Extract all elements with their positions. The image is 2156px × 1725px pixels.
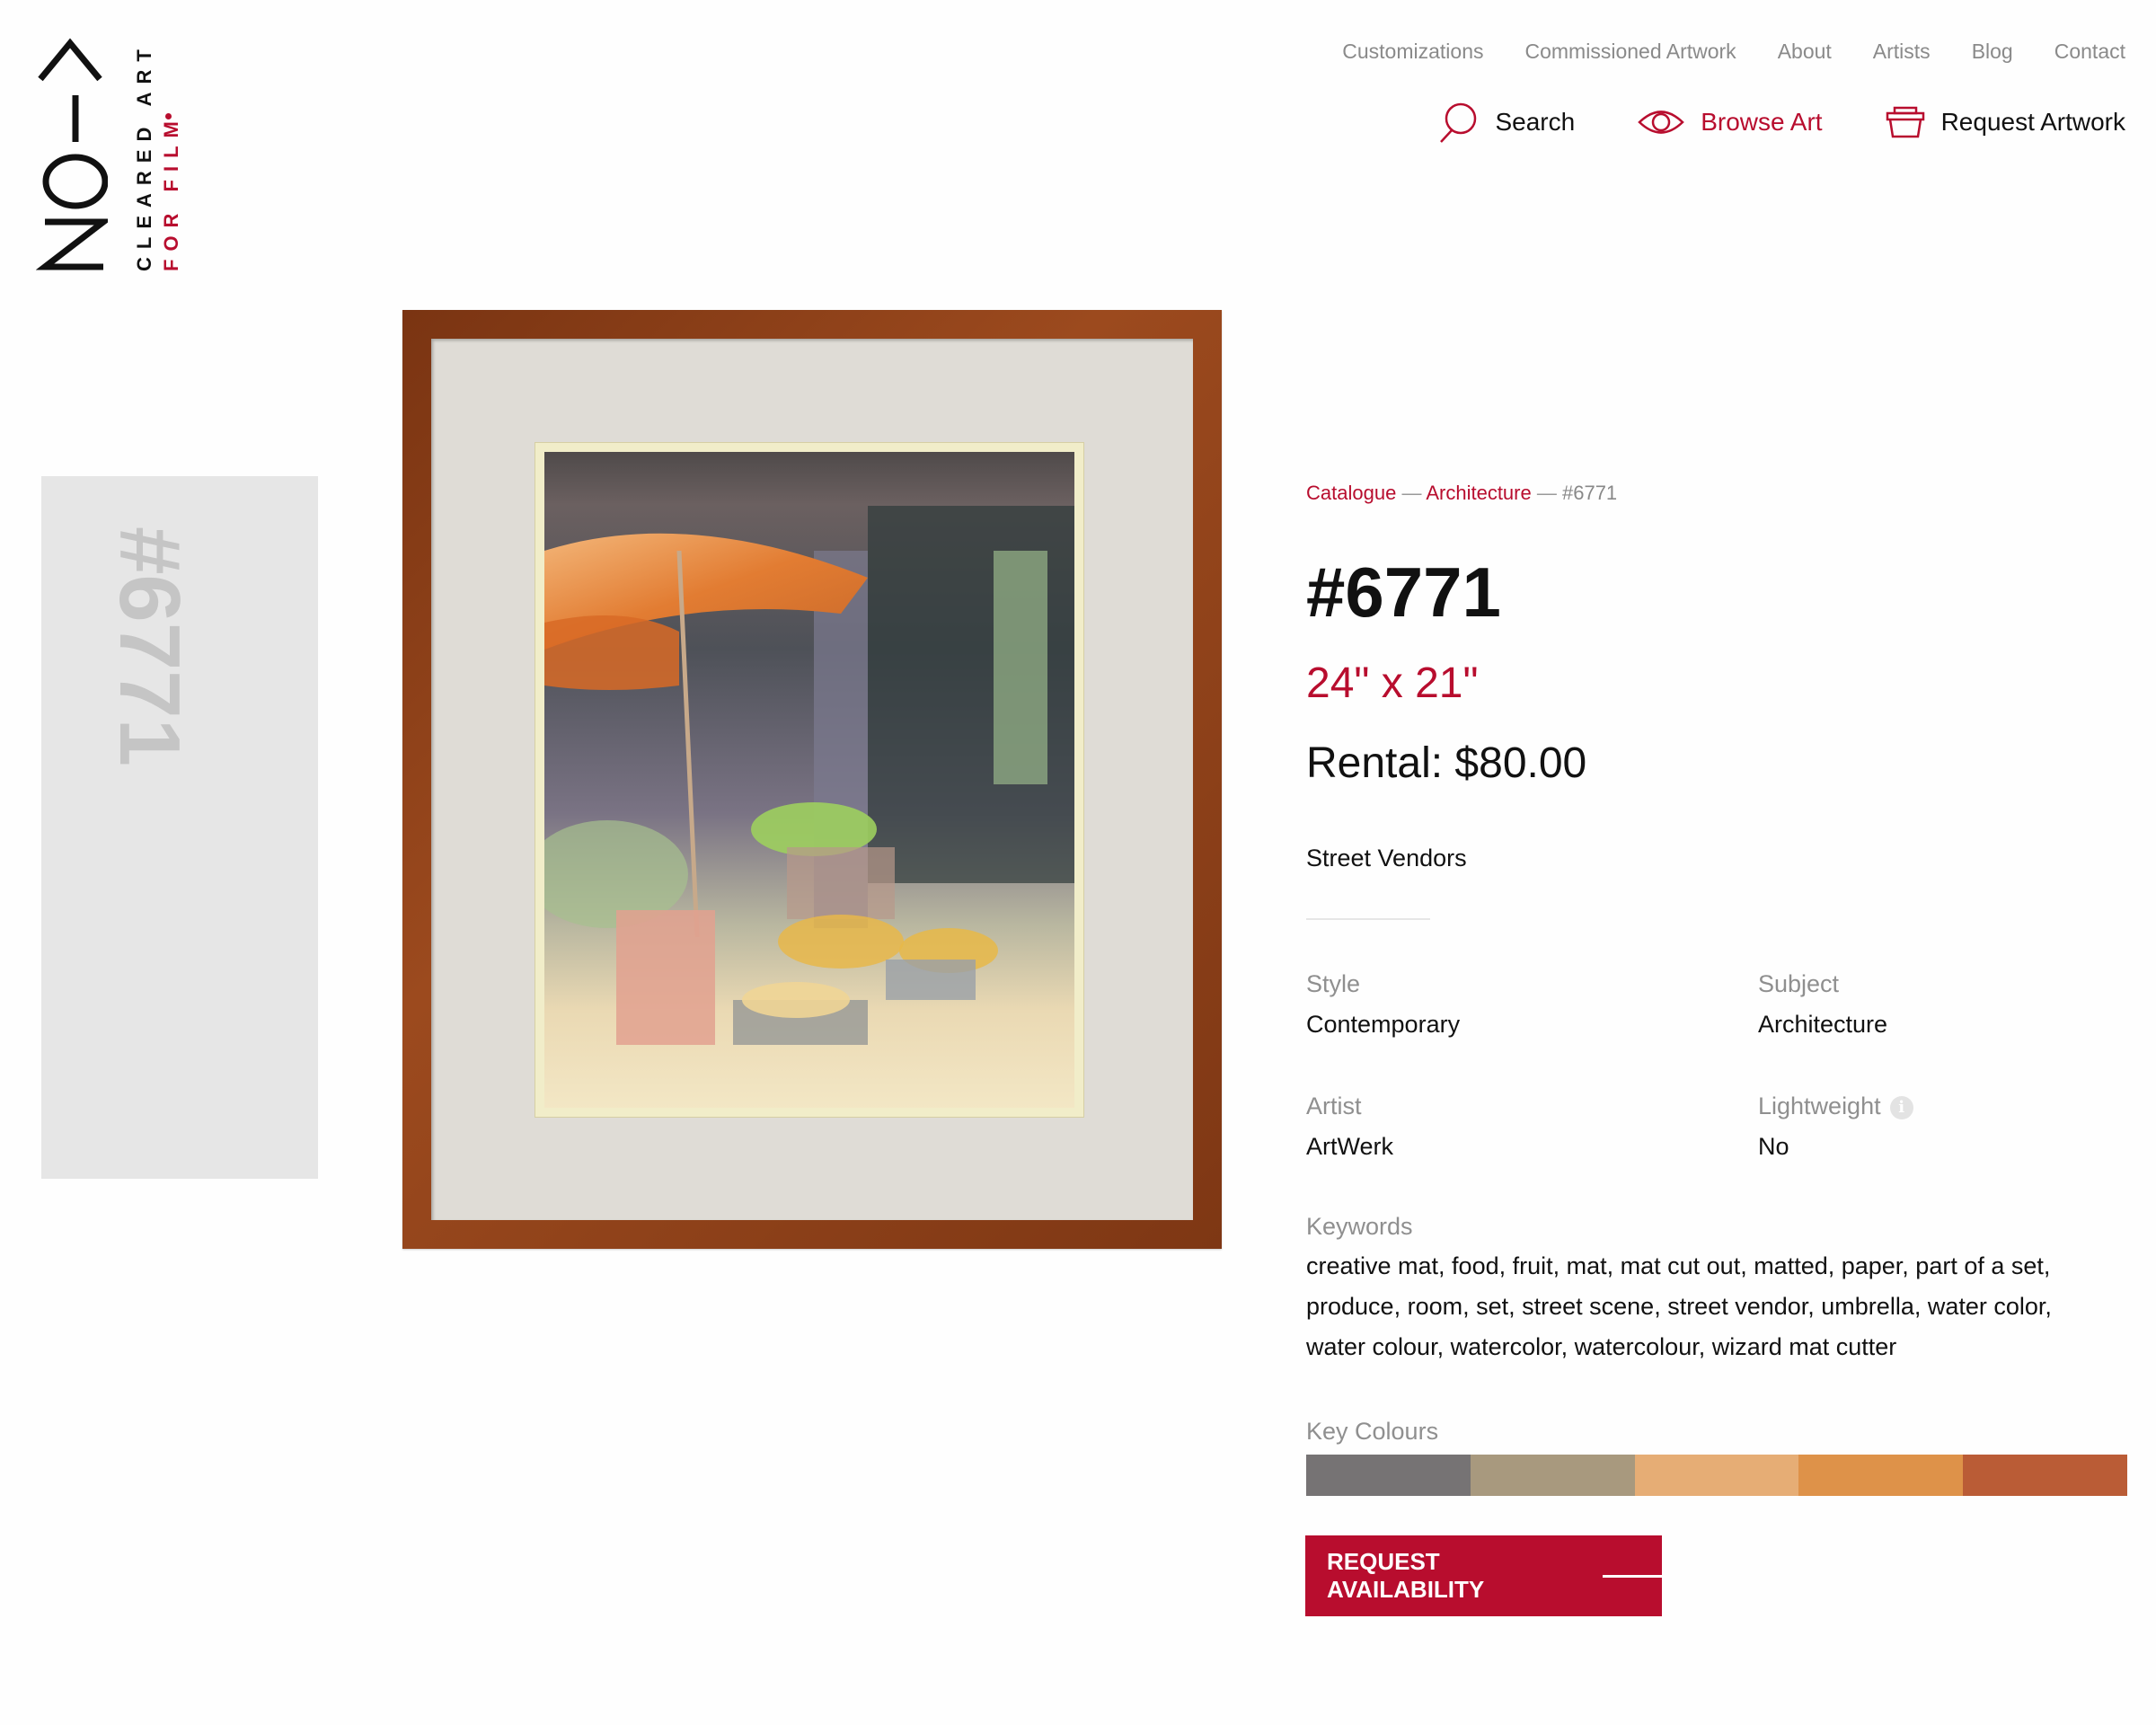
painting [544,452,1074,1108]
divider [1306,918,1430,920]
request-availability-button[interactable]: REQUEST AVAILABILITY [1305,1535,1662,1616]
colour-swatch [1306,1455,1471,1496]
nav-request-artwork-label: Request Artwork [1940,108,2125,136]
artwork-title: Street Vendors [1306,845,1467,871]
artwork-size: 24" x 21" [1306,659,1479,707]
basket-icon [1886,106,1924,138]
breadcrumb-separator: — [1536,482,1557,504]
nav-browse-art-label: Browse Art [1701,108,1823,136]
breadcrumb: Catalogue — Architecture — #6771 [1306,482,1617,505]
side-id-text: #6771 [102,526,198,766]
attr-subject-value: Architecture [1758,1011,1888,1038]
key-colours-label: Key Colours [1306,1418,1439,1445]
search-icon [1440,102,1477,143]
keywords: Keywords creative mat, food, fruit, mat,… [1306,1213,2115,1367]
eye-icon [1638,111,1684,134]
breadcrumb-separator: — [1401,482,1422,504]
keywords-value: creative mat, food, fruit, mat, mat cut … [1306,1252,2052,1360]
side-id-panel: #6771 [41,476,318,1179]
top-nav: Customizations Commissioned Artwork Abou… [1342,40,2125,64]
logo[interactable]: CLEARED ART FOR FILM [35,36,198,279]
nav-commissioned-artwork[interactable]: Commissioned Artwork [1525,40,1736,64]
attr-lightweight-value: No [1758,1133,1789,1160]
nav-customizations[interactable]: Customizations [1342,40,1483,64]
logo-tagline-1: CLEARED ART [133,41,155,271]
attr-artist-value[interactable]: ArtWerk [1306,1133,1393,1161]
logo-tagline-2: FOR FILM [160,113,182,271]
request-availability-label: REQUEST AVAILABILITY [1327,1548,1485,1603]
nav-search[interactable]: Search [1436,101,1575,144]
attr-subject-label: Subject [1758,970,1840,997]
painting-illustration [544,452,1074,1108]
nav-request-artwork[interactable]: Request Artwork [1886,106,2125,138]
attr-artist: Artist ArtWerk [1306,1092,1393,1161]
breadcrumb-catalogue[interactable]: Catalogue [1306,482,1396,504]
arrow-line-icon [1603,1574,1662,1578]
logo-dot [165,113,172,119]
attr-style-label: Style [1306,970,1361,997]
logo-mark [35,38,113,270]
colour-swatches [1306,1455,2127,1496]
attr-subject: Subject Architecture [1758,970,1887,1039]
attr-style: Style Contemporary [1306,970,1460,1039]
attr-lightweight: Lightweight i No [1758,1092,1913,1161]
colour-swatch [1634,1455,1799,1496]
key-colours: Key Colours [1306,1418,2127,1496]
artwork-id-title: #6771 [1306,553,1501,632]
nav-search-label: Search [1495,108,1576,136]
nav-artists[interactable]: Artists [1873,40,1931,64]
nav-contact[interactable]: Contact [2054,40,2125,64]
keywords-label: Keywords [1306,1213,1413,1240]
attr-style-value: Contemporary [1306,1011,1461,1038]
info-icon[interactable]: i [1889,1096,1913,1119]
attr-lightweight-label: Lightweight [1758,1092,1881,1119]
main-nav: Search Browse Art Request Artwork [1436,101,2125,144]
breadcrumb-current: #6771 [1561,482,1618,504]
colour-swatch [1798,1455,1964,1496]
artwork-mat [431,339,1193,1220]
artwork-frame[interactable] [402,310,1222,1249]
nav-blog[interactable]: Blog [1972,40,2013,64]
attr-artist-label: Artist [1306,1092,1362,1119]
nav-browse-art[interactable]: Browse Art [1638,107,1823,137]
nav-about[interactable]: About [1778,40,1832,64]
colour-swatch [1963,1455,2127,1496]
rental-price: Rental: $80.00 [1306,739,1587,787]
colour-swatch [1470,1455,1635,1496]
breadcrumb-architecture[interactable]: Architecture [1426,482,1531,504]
artwork-image [535,442,1084,1118]
